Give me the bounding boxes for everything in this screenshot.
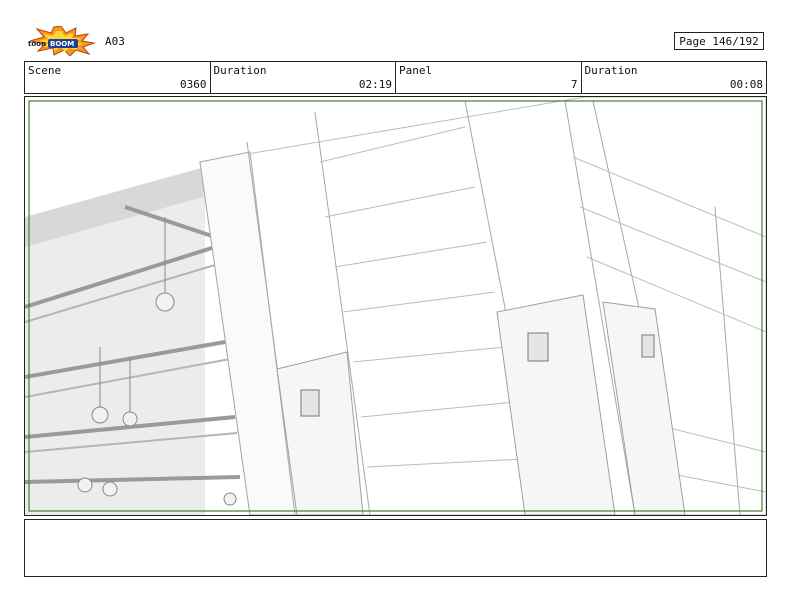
scene-duration-label: Duration: [213, 64, 267, 77]
toonboom-logo: toon BOOM: [26, 25, 96, 57]
panel-drawing: [25, 97, 766, 515]
panel-value: 7: [570, 78, 578, 91]
page-number: Page 146/192: [674, 32, 764, 50]
scene-cell: Scene 0360: [25, 62, 211, 93]
panel-label: Panel: [399, 64, 433, 77]
svg-text:BOOM: BOOM: [50, 40, 74, 48]
scene-value: 0360: [180, 78, 207, 91]
scene-label: Scene: [28, 64, 62, 77]
panel-notes-box: [24, 519, 767, 577]
scene-duration-cell: Duration 02:19: [211, 62, 396, 93]
panel-duration-value: 00:08: [729, 78, 763, 91]
svg-text:toon: toon: [28, 40, 46, 48]
storyboard-panel: [24, 96, 767, 516]
sequence-name: A03: [105, 35, 125, 48]
panel-cell: Panel 7: [396, 62, 582, 93]
scene-duration-value: 02:19: [358, 78, 392, 91]
scene-info-bar: Scene 0360 Duration 02:19 Panel 7 Durati…: [24, 61, 767, 94]
panel-duration-cell: Duration 00:08: [582, 62, 767, 93]
panel-duration-label: Duration: [584, 64, 638, 77]
